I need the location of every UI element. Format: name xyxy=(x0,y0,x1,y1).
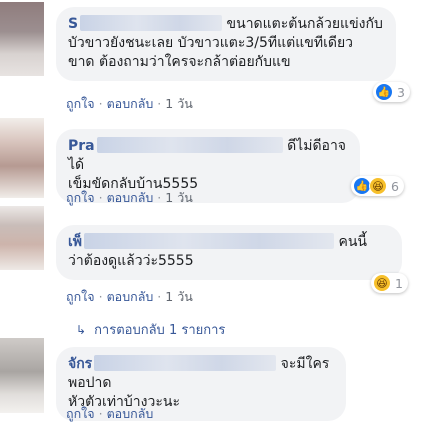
comment-actions: ถูกใจ · ตอบกลับ xyxy=(66,404,153,424)
separator-dot: · xyxy=(157,289,162,304)
commenter-name[interactable]: Pra xyxy=(68,138,95,154)
comment-text: ว่าต้องดูแล้วว่ะ5555 xyxy=(68,253,194,269)
comment-actions: ถูกใจ · ตอบกลับ · 1 วัน xyxy=(66,188,193,208)
comment-actions: ถูกใจ · ตอบกลับ · 1 วัน xyxy=(66,287,193,307)
separator-dot: · xyxy=(98,289,103,304)
reaction-count: 6 xyxy=(391,178,399,194)
like-link[interactable]: ถูกใจ xyxy=(66,96,95,111)
comment-text: บัวขาวยังชนะเลย บัวขาวแตะ3/5ทีแต่แขทีเดี… xyxy=(68,35,354,51)
timestamp[interactable]: 1 วัน xyxy=(165,190,193,205)
avatar[interactable] xyxy=(0,206,44,270)
comment-bubble: S ขนาดแตะต้นกล้วยแข่งกับ บัวขาวยังชนะเลย… xyxy=(56,7,396,81)
commenter-name[interactable]: เพ็ xyxy=(68,234,82,250)
separator-dot: · xyxy=(157,96,162,111)
reply-arrow-icon: ↳ xyxy=(76,323,87,337)
haha-icon: 😆 xyxy=(373,274,391,292)
avatar[interactable] xyxy=(0,338,44,413)
reply-link[interactable]: ตอบกลับ xyxy=(107,96,154,111)
comment-text: ขนาดแตะต้นกล้วยแข่งกับ xyxy=(226,16,383,32)
like-link[interactable]: ถูกใจ xyxy=(66,190,95,205)
reaction-summary[interactable]: 😆 1 xyxy=(371,273,408,293)
reaction-count: 1 xyxy=(395,275,403,291)
comment-bubble: เพ็ คนนี้ ว่าต้องดูแล้วว่ะ5555 xyxy=(56,225,402,280)
reaction-summary[interactable]: 👍 😆 6 xyxy=(351,176,404,196)
timestamp[interactable]: 1 วัน xyxy=(165,96,193,111)
redacted-name-blur xyxy=(96,137,283,153)
redacted-name-blur xyxy=(84,233,335,249)
redacted-name-blur xyxy=(94,355,277,371)
commenter-name[interactable]: S xyxy=(68,16,78,32)
reaction-summary[interactable]: 👍 3 xyxy=(373,82,410,102)
view-replies-link[interactable]: ↳ การตอบกลับ 1 รายการ xyxy=(76,319,225,340)
comment-text: คนนี้ xyxy=(338,234,367,250)
like-link[interactable]: ถูกใจ xyxy=(66,406,95,421)
reply-link[interactable]: ตอบกลับ xyxy=(107,289,154,304)
separator-dot: · xyxy=(98,406,103,421)
commenter-name[interactable]: จักร xyxy=(68,356,92,372)
replies-count-label[interactable]: การตอบกลับ 1 รายการ xyxy=(94,323,225,338)
like-link[interactable]: ถูกใจ xyxy=(66,289,95,304)
avatar[interactable] xyxy=(0,2,44,76)
timestamp[interactable]: 1 วัน xyxy=(165,289,193,304)
separator-dot: · xyxy=(98,190,103,205)
redacted-name-blur xyxy=(80,15,223,31)
reaction-count: 3 xyxy=(397,84,405,100)
reply-link[interactable]: ตอบกลับ xyxy=(107,190,154,205)
like-icon: 👍 xyxy=(375,83,393,101)
avatar[interactable] xyxy=(0,118,44,198)
reply-link[interactable]: ตอบกลับ xyxy=(107,406,154,421)
separator-dot: · xyxy=(98,96,103,111)
comment-text: ขาด ต้องถามว่าใครจะกล้าต่อยกับแข xyxy=(68,54,291,70)
comment-actions: ถูกใจ · ตอบกลับ · 1 วัน xyxy=(66,94,193,114)
haha-icon: 😆 xyxy=(369,177,387,195)
separator-dot: · xyxy=(157,190,162,205)
